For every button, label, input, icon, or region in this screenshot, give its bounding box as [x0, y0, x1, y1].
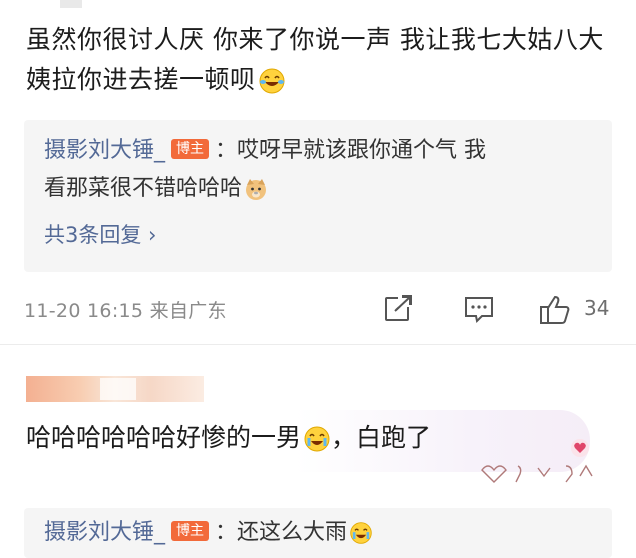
comment2-body-1: 哈哈哈哈哈哈好惨的一男	[26, 423, 302, 452]
reply2-text: 还这么大雨	[237, 520, 348, 545]
reply-line-1: 摄影刘大锤_ 博主 ：哎呀早就该跟你通个气 我	[44, 134, 486, 168]
reply-preview-box-2[interactable]: 摄影刘大锤_ 博主 ：还这么大雨	[24, 508, 612, 558]
location: 来自广东	[149, 300, 227, 322]
heart-badge-icon	[570, 438, 590, 458]
doge-icon	[244, 177, 268, 201]
reply-preview-box[interactable]: 摄影刘大锤_ 博主 ：哎呀早就该跟你通个气 我 看那菜很不错哈哈哈 共3条回复 ›	[24, 120, 612, 272]
author-badge-2: 博主	[171, 521, 210, 541]
reply-separator: ：	[215, 138, 238, 163]
laugh-cry-icon	[258, 67, 286, 95]
comment-body: 虽然你很讨人厌 你来了你说一声 我让我七大姑八大姨拉你进去搓一顿呗	[26, 25, 604, 94]
comment-text: 虽然你很讨人厌 你来了你说一声 我让我七大姑八大姨拉你进去搓一顿呗	[26, 20, 616, 100]
reply-username[interactable]: 摄影刘大锤_	[44, 138, 165, 163]
timestamp: 11-20 16:15	[24, 300, 144, 322]
reply-line-2: 看那菜很不错哈哈哈	[44, 172, 268, 206]
comment-meta-row: 11-20 16:15 来自广东 34	[24, 294, 620, 328]
comment-icon	[465, 297, 493, 324]
comment-divider	[0, 344, 636, 345]
redacted-username-overlay	[100, 378, 136, 400]
repost-button[interactable]	[382, 294, 416, 328]
like-count: 34	[584, 296, 610, 320]
top-edge-artifact	[60, 0, 82, 8]
crying-emoji-icon-2	[349, 521, 373, 545]
comment2-text: 哈哈哈哈哈哈好惨的一男 ，白跑了	[26, 418, 431, 458]
crying-emoji-icon	[303, 425, 331, 453]
reply2-separator: ：	[215, 520, 238, 545]
reply2-username[interactable]: 摄影刘大锤_	[44, 520, 165, 545]
hand-heart-decoration	[480, 460, 600, 486]
timestamp-location: 11-20 16:15 来自广东	[24, 296, 227, 323]
view-more-replies-link[interactable]: 共3条回复 ›	[44, 220, 156, 250]
reply-text-2: 看那菜很不错哈哈哈	[44, 176, 243, 201]
thumbs-up-icon	[540, 295, 570, 324]
reply-button[interactable]	[462, 294, 496, 328]
author-badge: 博主	[171, 139, 210, 159]
reply2-line: 摄影刘大锤_ 博主 ：还这么大雨	[44, 516, 373, 550]
like-button[interactable]	[538, 294, 574, 330]
share-icon	[385, 295, 412, 321]
comment2-body-2: ，白跑了	[331, 423, 432, 452]
reply-text-1: 哎呀早就该跟你通个气 我	[237, 138, 487, 163]
